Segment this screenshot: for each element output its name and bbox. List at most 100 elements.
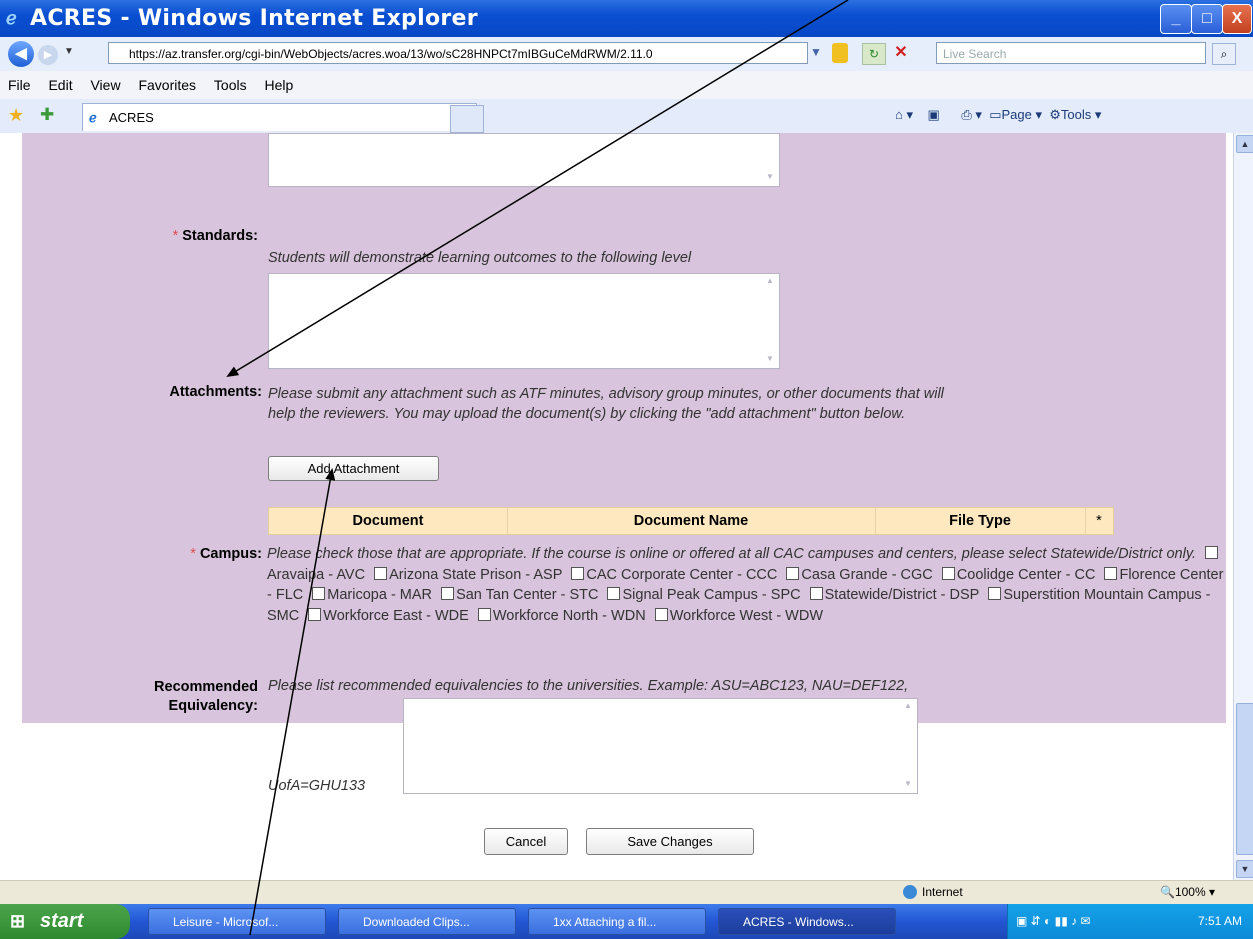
campus-option-mar[interactable]: Maricopa - MAR xyxy=(307,587,432,603)
standards-label: * Standards: xyxy=(80,228,258,244)
checkbox[interactable] xyxy=(312,587,326,600)
maximize-button[interactable]: □ xyxy=(1191,4,1223,34)
checkbox[interactable] xyxy=(308,607,322,621)
checkbox[interactable] xyxy=(988,587,1002,600)
textarea-scrollbar[interactable]: ▲ ▼ xyxy=(901,701,915,791)
option-label: Arizona State Prison - ASP xyxy=(389,566,563,583)
checkbox[interactable] xyxy=(571,566,585,580)
campus-option-dsp[interactable]: Statewide/District - DSP xyxy=(805,587,980,603)
standards-textarea[interactable]: ▲ ▼ xyxy=(268,273,780,369)
menu-favorites[interactable]: Favorites xyxy=(138,71,196,99)
back-icon[interactable]: ◀ xyxy=(8,41,34,67)
checkbox[interactable] xyxy=(941,566,955,580)
option-label: San Tan Center - STC xyxy=(456,587,599,603)
column-actions: * xyxy=(1096,513,1102,529)
start-label: start xyxy=(40,910,84,932)
standards-instruction: Students will demonstrate learning outco… xyxy=(268,250,692,266)
home-icon[interactable]: ⌂ ▾ xyxy=(895,107,913,122)
lock-icon[interactable] xyxy=(832,43,848,63)
menu-help[interactable]: Help xyxy=(265,71,294,99)
windows-logo-icon: ⊞ xyxy=(10,911,26,931)
minimize-button[interactable]: _ xyxy=(1160,4,1192,34)
feeds-icon[interactable]: ▣ xyxy=(927,107,939,122)
system-tray: ▣ ⇵ ◐ ▮▮ ♪ ✉ 7:51 AM xyxy=(1007,904,1253,939)
page-content: ▼ * Standards: Students will demonstrate… xyxy=(0,133,1233,880)
page-menu[interactable]: ▭Page ▾ xyxy=(989,107,1042,122)
tab-bar: ★ ✚ ℯ ACRES ⌂ ▾ ▣ ⎙ ▾ ▭Page ▾ ⚙Tools ▾ xyxy=(0,99,1253,134)
status-bar: Internet 🔍100% ▾ xyxy=(0,880,1253,905)
window-title-bar[interactable]: ℯ ACRES - Windows Internet Explorer _ □ … xyxy=(0,0,1253,37)
new-tab-button[interactable] xyxy=(450,105,484,133)
checkbox[interactable] xyxy=(607,587,621,600)
column-file-type[interactable]: File Type xyxy=(875,508,1086,534)
scroll-down-icon[interactable]: ▼ xyxy=(1236,860,1253,878)
search-input[interactable]: Live Search xyxy=(936,42,1206,64)
checkbox[interactable] xyxy=(786,566,800,580)
stop-icon[interactable]: ✕ xyxy=(890,43,912,63)
menu-view[interactable]: View xyxy=(90,71,120,99)
campus-option-cc[interactable]: Coolidge Center - CC xyxy=(937,566,1095,583)
scrollbar-thumb[interactable] xyxy=(1236,703,1253,855)
page-scrollbar[interactable]: ▲ ▼ xyxy=(1233,133,1253,880)
option-label: Casa Grande - CGC xyxy=(801,566,933,583)
close-button[interactable]: X xyxy=(1222,4,1252,34)
save-changes-button[interactable]: Save Changes xyxy=(586,828,754,855)
tray-icons[interactable]: ▣ ⇵ ◐ ▮▮ ♪ ✉ xyxy=(1016,904,1091,939)
option-label: Workforce North - WDN xyxy=(492,607,646,624)
menu-file[interactable]: File xyxy=(8,71,31,99)
task-attaching-file[interactable]: 1xx Attaching a fil... xyxy=(528,908,706,935)
url-input[interactable]: https://az.transfer.org/cgi-bin/WebObjec… xyxy=(108,42,808,64)
tab-acres[interactable]: ℯ ACRES xyxy=(82,103,477,131)
checkbox[interactable] xyxy=(809,587,823,600)
column-document[interactable]: Document xyxy=(269,508,508,534)
checkbox[interactable] xyxy=(1205,546,1219,559)
campus-option-wdw[interactable]: Workforce West - WDW xyxy=(650,607,823,624)
tools-menu-label: Tools xyxy=(1060,107,1092,122)
tools-menu[interactable]: ⚙Tools ▾ xyxy=(1049,107,1101,122)
textarea-scrollbar[interactable]: ▼ xyxy=(763,136,777,184)
zoom-value: 100% xyxy=(1174,885,1206,899)
checkbox[interactable] xyxy=(654,607,668,621)
print-icon[interactable]: ⎙ ▾ xyxy=(961,107,982,122)
campus-option-asp[interactable]: Arizona State Prison - ASP xyxy=(369,566,563,583)
attachments-instruction-line2: help the reviewers. You may upload the d… xyxy=(268,406,906,422)
zone-label: Internet xyxy=(922,885,963,899)
column-document-name[interactable]: Document Name xyxy=(507,508,876,534)
campus-option-wdn[interactable]: Workforce North - WDN xyxy=(473,607,646,624)
campus-option-ccc[interactable]: CAC Corporate Center - CCC xyxy=(566,566,777,583)
scroll-up-icon[interactable]: ▲ xyxy=(1236,135,1253,153)
zoom-level[interactable]: 🔍100% ▾ xyxy=(1160,885,1215,899)
clock[interactable]: 7:51 AM xyxy=(1198,904,1242,939)
refresh-icon[interactable]: ↻ xyxy=(862,43,886,65)
search-icon[interactable]: ⌕ xyxy=(1212,43,1236,65)
menu-edit[interactable]: Edit xyxy=(48,71,72,99)
checkbox[interactable] xyxy=(441,587,455,600)
campus-option-cgc[interactable]: Casa Grande - CGC xyxy=(781,566,933,583)
favorites-star-icon[interactable]: ★ xyxy=(8,105,24,126)
forward-icon[interactable]: ▶ xyxy=(38,45,58,65)
add-attachment-button[interactable]: Add Attachment xyxy=(268,456,439,481)
option-label: Maricopa - MAR xyxy=(327,587,433,603)
menu-tools[interactable]: Tools xyxy=(214,71,247,99)
start-button[interactable]: ⊞ start xyxy=(0,904,130,939)
checkbox[interactable] xyxy=(374,566,388,580)
task-downloaded-clips[interactable]: Downloaded Clips... xyxy=(338,908,516,935)
previous-textarea[interactable]: ▼ xyxy=(268,133,780,187)
campus-option-stc[interactable]: San Tan Center - STC xyxy=(436,587,598,603)
campus-option-wde[interactable]: Workforce East - WDE xyxy=(303,607,469,624)
history-dropdown-icon[interactable]: ▼ xyxy=(64,46,74,57)
equivalency-textarea[interactable]: ▲ ▼ xyxy=(403,698,918,794)
campus-option-spc[interactable]: Signal Peak Campus - SPC xyxy=(602,587,801,603)
standards-label-text: Standards: xyxy=(182,228,258,244)
add-favorite-icon[interactable]: ✚ xyxy=(40,105,54,125)
page-icon: ℯ xyxy=(89,110,97,125)
textarea-scrollbar[interactable]: ▲ ▼ xyxy=(763,276,777,366)
checkbox[interactable] xyxy=(1104,566,1118,580)
equivalency-label-line1: Recommended xyxy=(154,679,258,695)
task-acres[interactable]: ACRES - Windows... xyxy=(718,908,896,935)
task-leisure[interactable]: Leisure - Microsof... xyxy=(148,908,326,935)
address-dropdown-icon[interactable]: ▼ xyxy=(810,45,822,59)
checkbox[interactable] xyxy=(477,607,491,621)
cancel-button[interactable]: Cancel xyxy=(484,828,568,855)
option-label: Statewide/District - DSP xyxy=(824,587,980,603)
